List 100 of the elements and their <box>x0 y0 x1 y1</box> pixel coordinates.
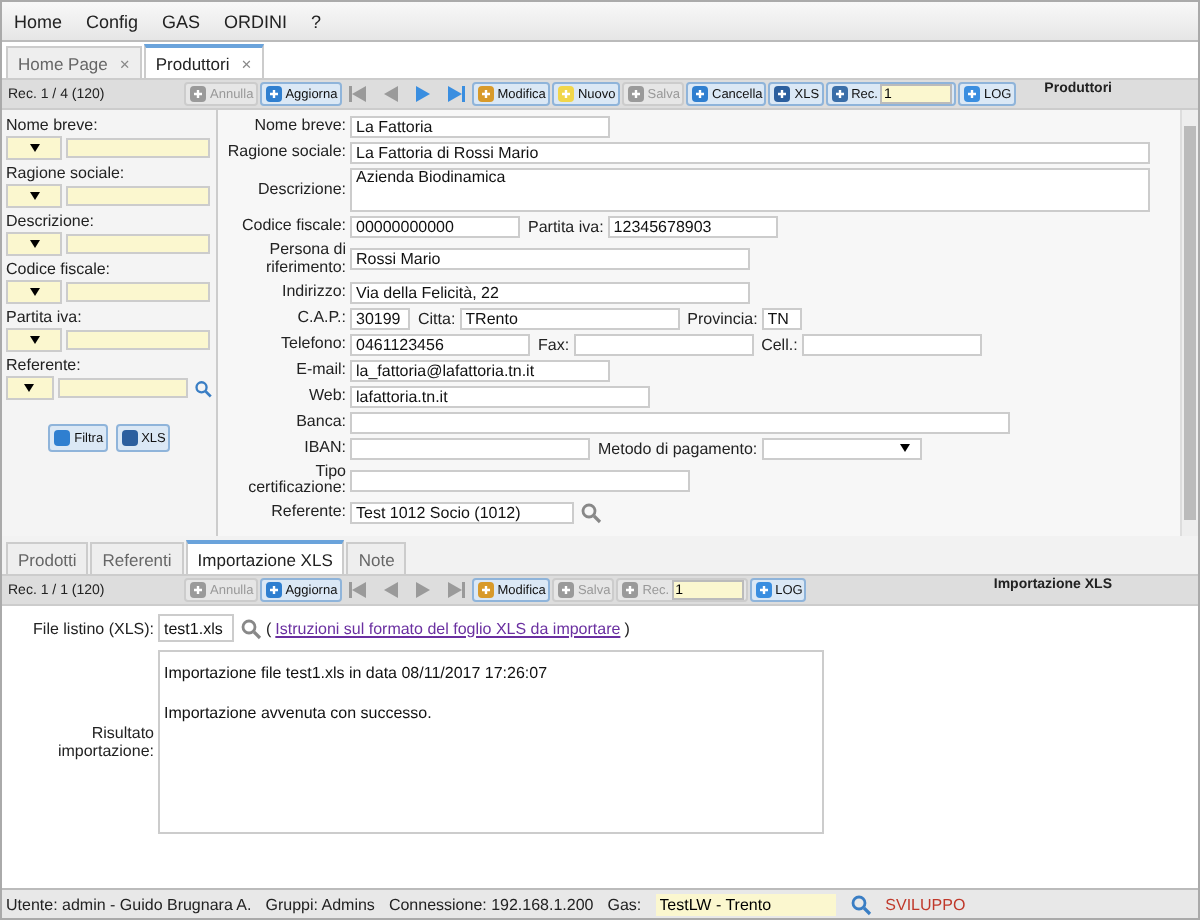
tab[interactable]: Note <box>346 542 407 574</box>
field-label: Risultato importazione: <box>55 724 156 760</box>
file-field[interactable]: test1.xls <box>158 614 234 642</box>
field-label: Fax: <box>536 335 572 354</box>
input-field[interactable] <box>350 437 590 460</box>
skip-arrow-icon <box>443 580 466 600</box>
plus-icon <box>555 580 576 600</box>
field-label: E-mail: <box>294 361 348 379</box>
menu-item[interactable]: GAS <box>162 11 201 31</box>
tab[interactable]: Prodotti <box>6 542 89 574</box>
user-status: Utente: admin - Guido Brugnara A. <box>6 895 252 913</box>
menu-item[interactable]: Config <box>86 11 139 31</box>
tab-label[interactable]: Home Page <box>18 53 108 73</box>
field-label: Cell.: <box>759 335 800 354</box>
input-field[interactable]: TRento <box>459 307 680 330</box>
filter-label: Ragione sociale: <box>6 164 127 182</box>
plus-icon <box>961 84 982 104</box>
filter-field[interactable] <box>66 138 210 158</box>
filter-field[interactable] <box>57 378 188 398</box>
filter-field[interactable] <box>66 186 210 206</box>
skip-arrow-icon <box>443 84 466 104</box>
tab[interactable]: Importazione XLS <box>185 540 345 574</box>
filter-label: Partita iva: <box>6 308 84 326</box>
input-field[interactable]: 12345678903 <box>607 216 778 238</box>
input-field[interactable] <box>350 469 690 492</box>
close-button[interactable]: × <box>241 53 252 73</box>
description-field[interactable]: Azienda Biodinamica <box>350 168 1150 212</box>
input-field[interactable]: Rossi Mario <box>350 248 750 271</box>
operator-select[interactable] <box>6 232 62 256</box>
skip-arrow-icon <box>347 580 370 600</box>
plus-icon <box>753 580 774 600</box>
tab[interactable]: Referenti <box>90 542 184 574</box>
input-field[interactable]: la_fattoria@lafattoria.tn.it <box>350 359 610 382</box>
input-field[interactable]: La Fattoria di Rossi Mario <box>350 142 1150 164</box>
field-label: Indirizzo: <box>279 283 348 301</box>
filter-field[interactable] <box>66 330 210 350</box>
field-label: Referente: <box>269 504 348 523</box>
caret-icon <box>24 384 35 392</box>
tab[interactable]: Home Page × <box>6 46 142 78</box>
operator-select[interactable] <box>6 280 62 304</box>
square-icon <box>119 428 140 448</box>
field-label: Partita iva: <box>526 218 606 236</box>
arrow-icon <box>379 84 402 104</box>
gas-field[interactable]: TestLW - Trento <box>655 893 836 915</box>
parenthesis: ( <box>266 619 272 637</box>
parenthesis: ) <box>624 619 630 637</box>
plus-icon <box>772 84 793 104</box>
caret-icon <box>29 288 39 296</box>
instructions-link[interactable]: Istruzioni sul formato del foglio XLS da importare <box>275 619 621 637</box>
input-field[interactable] <box>350 411 1010 434</box>
input-field[interactable]: TN <box>761 307 802 330</box>
arrow-icon <box>411 580 434 600</box>
field-label: IBAN: <box>302 439 348 457</box>
plus-icon <box>690 84 710 104</box>
field-label: Ragione sociale: <box>225 144 348 162</box>
plus-icon <box>188 84 208 104</box>
scrollbar[interactable] <box>1180 110 1198 536</box>
input-field[interactable]: La Fattoria <box>350 116 610 138</box>
menu-item[interactable]: ? <box>311 11 322 31</box>
menu-item[interactable]: Home <box>14 11 63 31</box>
operator-select[interactable] <box>6 184 62 208</box>
input-field[interactable]: 0461123456 <box>350 333 530 356</box>
field-label: Banca: <box>294 413 348 431</box>
input-field[interactable] <box>573 333 754 356</box>
caret-icon <box>29 336 39 344</box>
input-field[interactable]: Via della Felicità, 22 <box>350 281 750 304</box>
tab[interactable]: Produttori × <box>143 44 264 78</box>
filter-label: Descrizione: <box>6 212 97 230</box>
tab-label[interactable]: Produttori <box>155 53 230 73</box>
operator-select[interactable] <box>6 136 62 160</box>
field-label: File listino (XLS): <box>31 619 156 637</box>
filter-label: Codice fiscale: <box>6 260 113 278</box>
search-icon[interactable] <box>849 893 872 915</box>
search-icon[interactable] <box>580 502 602 525</box>
plus-icon <box>475 580 496 600</box>
search-icon[interactable] <box>240 617 262 639</box>
menu-item[interactable]: ORDINI <box>224 11 288 31</box>
field-label: Tipo certificazione: <box>246 463 348 499</box>
input-field[interactable] <box>801 333 982 356</box>
field-label: Telefono: <box>279 335 348 353</box>
arrow-icon <box>379 580 402 600</box>
input-field[interactable]: lafattoria.tn.it <box>350 385 650 408</box>
input-field[interactable]: Test 1012 Socio (1012) <box>350 502 574 525</box>
search-icon[interactable] <box>193 377 212 399</box>
operator-select[interactable] <box>6 328 62 352</box>
skip-arrow-icon <box>347 84 370 104</box>
plus-icon <box>625 84 646 104</box>
field-label: Persona di riferimento: <box>263 242 348 278</box>
filter-field[interactable] <box>66 282 210 302</box>
arrow-icon <box>411 84 434 104</box>
input-field[interactable]: 00000000000 <box>350 216 520 238</box>
payment-select[interactable] <box>761 437 922 460</box>
filter-field[interactable] <box>66 234 210 254</box>
operator-select[interactable] <box>6 376 54 400</box>
input-field[interactable]: 30199 <box>350 307 410 330</box>
connection-status: Connessione: 192.168.1.200 <box>388 895 594 913</box>
field-label: C.A.P.: <box>295 309 348 327</box>
plus-icon <box>829 84 850 104</box>
result-textarea[interactable]: Importazione file test1.xls in data 08/11/2017 17:26:07 Importazione avvenuta con successo. <box>158 650 824 834</box>
caret-icon <box>29 240 39 248</box>
